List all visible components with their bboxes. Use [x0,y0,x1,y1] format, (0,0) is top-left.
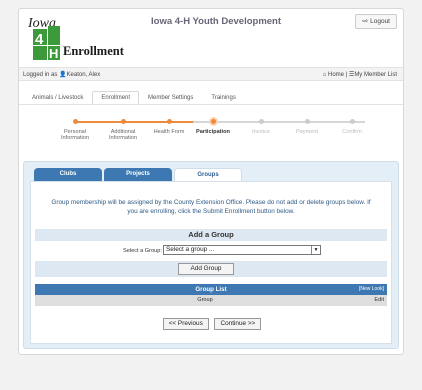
site-title: Iowa 4-H Youth Development [151,16,282,27]
logged-in-info: Logged in as 👤Keaton, Alex [23,71,100,78]
tab-trainings[interactable]: Trainings [202,91,244,105]
groups-content: Group membership will be assigned by the… [30,181,392,344]
user-bar: Logged in as 👤Keaton, Alex ⌂ Home | ☰My … [19,67,403,81]
notice-line: Group membership will be assigned by the… [51,199,371,206]
add-group-button[interactable]: Add Group [178,263,234,275]
step-label: Additional [110,129,136,135]
step-label: Participation [196,129,230,135]
tab-animals-livestock[interactable]: Animals / Livestock [23,91,92,105]
step-dot [304,119,310,124]
step-dot [120,119,126,124]
add-group-row: Add Group [35,261,387,277]
new-look-link[interactable]: [New Look] [359,284,384,295]
participation-subtabs: Clubs Projects Groups [34,168,244,181]
tab-member-settings[interactable]: Member Settings [139,91,202,105]
iowa-4h-enrollment-logo: Iowa 4 H Enrollment [27,16,125,61]
user-icon: 👤 [59,72,67,78]
step-personal-information: Personal Information [51,118,99,142]
home-link[interactable]: Home [328,72,344,78]
step-dot-current [208,117,218,126]
step-label: Personal [63,129,87,135]
tab-enrollment[interactable]: Enrollment [92,91,140,105]
add-group-heading: Add a Group [35,229,387,241]
step-dot [166,119,172,124]
step-navigation: << Previous Continue >> [31,318,393,330]
logged-in-label: Logged in as [23,72,58,78]
step-label: Confirm [342,129,362,135]
step-health-form: Health Form [145,118,193,135]
home-icon: ⌂ [322,72,327,78]
user-links: ⌂ Home | ☰My Member List [323,71,397,78]
step-label: Payment [295,129,319,135]
main-tabs: Animals / Livestock Enrollment Member Se… [23,91,245,105]
svg-text:H: H [49,46,58,61]
group-list-columns: Group Edit [35,295,387,306]
group-select[interactable]: Select a group ... ▼ [163,245,321,255]
step-label: Health Form [153,129,185,135]
step-confirm: Confirm [328,118,376,135]
user-name-link[interactable]: Keaton, Alex [67,72,101,78]
logout-label: Logout [370,18,390,25]
svg-text:4: 4 [35,31,44,48]
subtab-groups[interactable]: Groups [174,168,242,181]
group-list-title: Group List [195,286,227,293]
step-participation: Participation [189,117,237,135]
step-dot [349,119,355,124]
select-group-label: Select a Group: [123,248,162,254]
logout-button[interactable]: ⇨ Logout [355,14,397,29]
column-edit: Edit [374,297,384,303]
participation-panel: Clubs Projects Groups Group membership w… [23,161,399,349]
step-label: Invoice [252,129,270,135]
column-group: Group [197,297,213,303]
step-payment: Payment [283,118,331,135]
sign-out-icon: ⇨ [362,18,369,25]
step-invoice: Invoice [237,118,285,135]
step-additional-information: Additional Information [99,118,147,142]
notice-line: you are enrolling, click the Submit Enro… [127,208,295,215]
page-container: Iowa 4 H Enrollment Iowa 4-H Youth Devel… [18,8,404,355]
continue-button[interactable]: Continue >> [214,318,262,330]
step-label-line2: Information [61,135,89,142]
select-group-row: Select a Group: Select a group ... ▼ [35,242,387,259]
chevron-down-icon[interactable]: ▼ [311,246,320,254]
subtab-projects[interactable]: Projects [104,168,172,181]
step-dot [258,119,264,124]
logo-enrollment-text: Enrollment [63,44,125,58]
group-list-header: Group List [New Look] [35,284,387,295]
tabs-divider [19,104,403,105]
my-member-list-link[interactable]: My Member List [354,72,397,78]
separator: | [345,72,348,78]
group-membership-notice: Group membership will be assigned by the… [35,198,387,216]
step-label-line2: Information [109,135,137,142]
subtab-clubs[interactable]: Clubs [34,168,102,181]
step-dot [72,119,78,124]
group-select-value: Select a group ... [166,246,215,253]
previous-button[interactable]: << Previous [162,318,209,330]
enrollment-progress: Personal Information Additional Informatio… [61,117,367,154]
